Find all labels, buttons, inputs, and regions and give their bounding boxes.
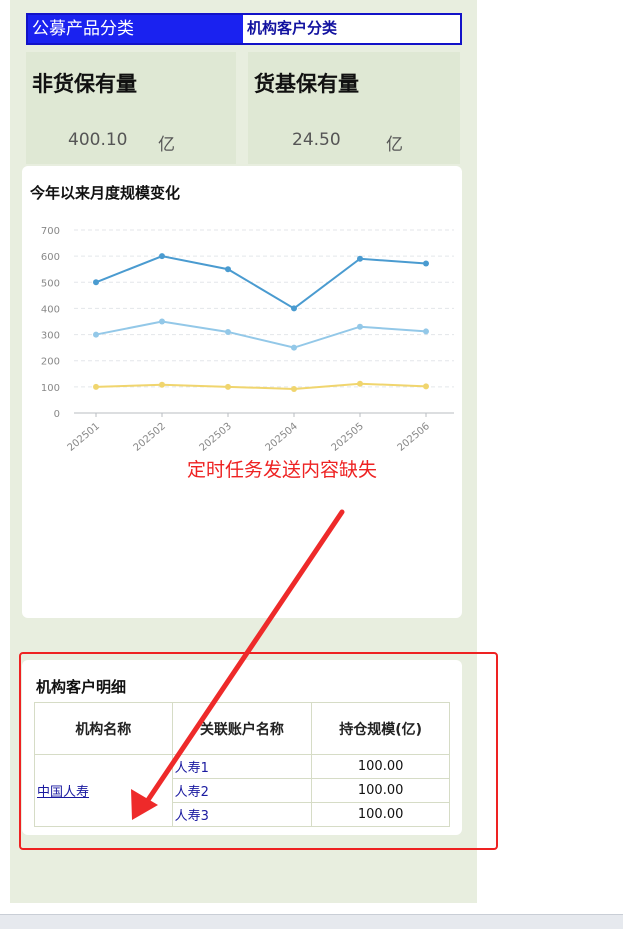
data-point (423, 328, 429, 335)
money-fund-holdings-card: 货基保有量 24.50 亿 (248, 52, 460, 164)
x-tick-label: 202505 (330, 421, 366, 454)
non-money-holdings-unit: 亿 (158, 135, 175, 155)
data-point (159, 253, 165, 260)
data-point (93, 279, 99, 286)
data-point (159, 381, 165, 388)
data-point (423, 260, 429, 267)
y-tick-label: 0 (54, 409, 60, 420)
line-chart: 0 100 200 300 400 500 600 700 202501 202502 202503… (41, 226, 454, 454)
x-tick-label: 202504 (264, 421, 300, 454)
y-tick-label: 400 (41, 304, 60, 315)
x-tick-label: 202506 (396, 421, 432, 454)
data-point (357, 255, 363, 262)
money-fund-holdings-value: 24.50 (292, 130, 341, 150)
non-money-holdings-card: 非货保有量 400.10 亿 (26, 52, 236, 164)
data-point (291, 385, 297, 392)
non-money-holdings-title: 非货保有量 (32, 72, 137, 96)
non-money-holdings-value: 400.10 (68, 130, 128, 150)
highlight-box (19, 652, 498, 850)
data-point (291, 344, 297, 351)
x-tick-label: 202501 (66, 421, 102, 454)
data-point (225, 266, 231, 273)
money-fund-holdings-unit: 亿 (386, 135, 403, 155)
y-tick-label: 700 (41, 226, 60, 237)
y-tick-label: 500 (41, 278, 60, 289)
category-tabs: 公募产品分类 机构客户分类 (26, 13, 462, 45)
x-tick-label: 202502 (132, 421, 168, 454)
y-tick-label: 100 (41, 383, 60, 394)
tab-institutional-clients[interactable]: 机构客户分类 (243, 15, 460, 43)
data-point (93, 383, 99, 390)
series-line (95, 382, 427, 390)
x-tick-label: 202503 (198, 421, 234, 454)
data-point (423, 383, 429, 390)
y-tick-label: 300 (41, 331, 60, 342)
data-point (159, 318, 165, 325)
monthly-scale-chart-card: 今年以来月度规模变化 0 100 200 300 400 500 600 700 202501 2… (22, 166, 462, 618)
y-tick-label: 600 (41, 252, 60, 263)
missing-content-annotation: 定时任务发送内容缺失 (187, 459, 378, 481)
data-point (291, 305, 297, 312)
y-tick-label: 200 (41, 357, 60, 368)
money-fund-holdings-title: 货基保有量 (254, 72, 359, 96)
data-point (93, 331, 99, 338)
data-point (225, 383, 231, 390)
data-point (357, 380, 363, 387)
tab-public-funds[interactable]: 公募产品分类 (28, 15, 243, 43)
data-point (357, 323, 363, 330)
bottom-scrollbar (0, 914, 623, 929)
data-point (225, 328, 231, 335)
